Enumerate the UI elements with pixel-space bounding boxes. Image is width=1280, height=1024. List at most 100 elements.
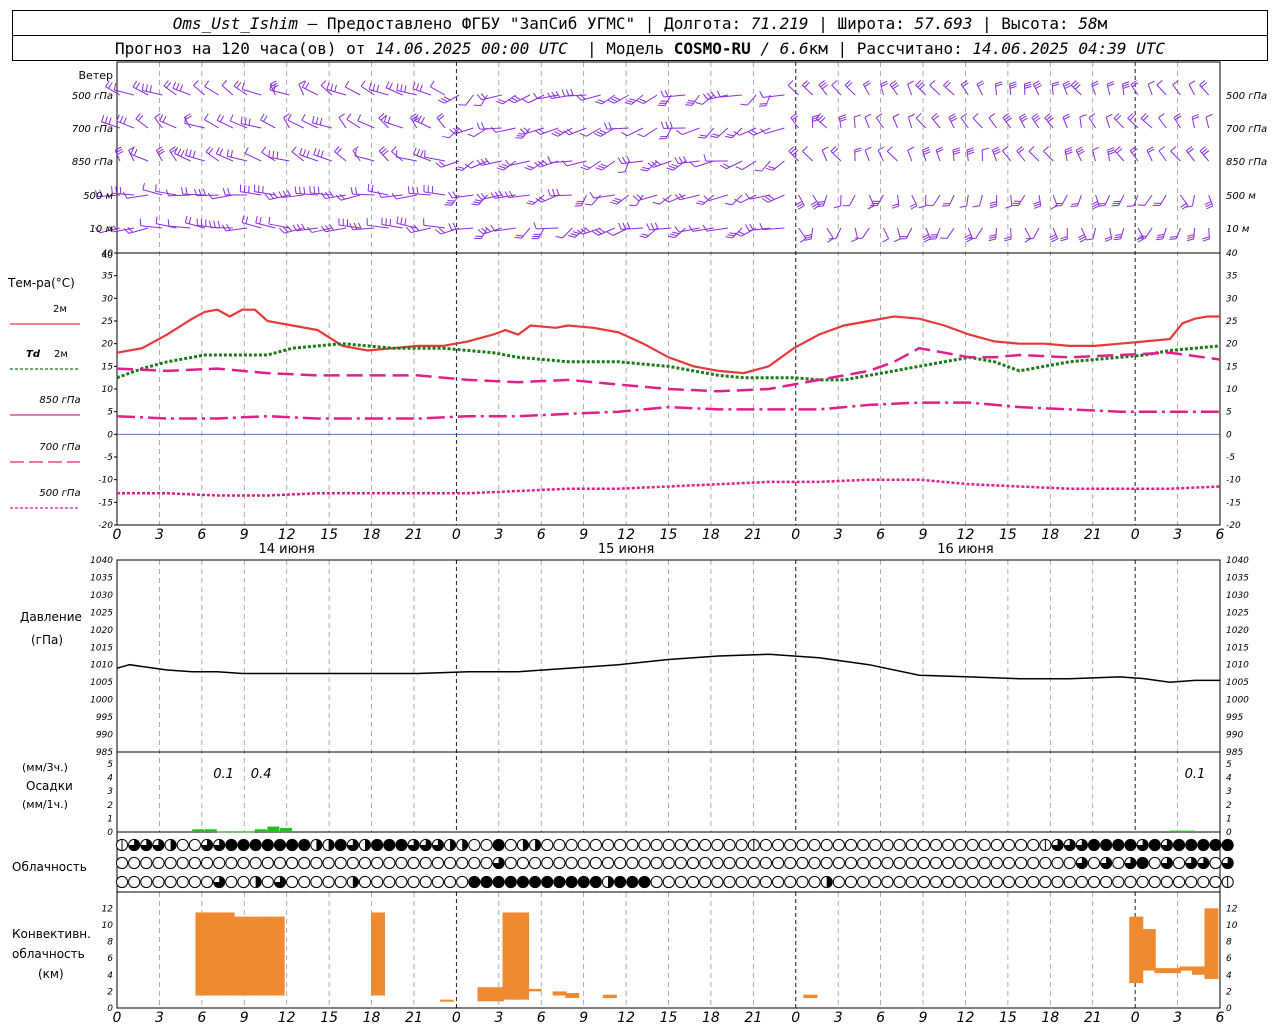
precip-bar	[1182, 830, 1195, 832]
wind-barb-feather	[555, 91, 561, 98]
cloud-cover-symbol	[516, 838, 530, 852]
cloud-cover-symbol	[711, 856, 724, 870]
temp-ytick-left: 20	[102, 340, 114, 350]
wind-barb-feather	[1024, 83, 1032, 87]
wind-barb-shaft	[440, 160, 460, 168]
wind-barb-feather	[387, 116, 391, 124]
wind-barb-shaft	[810, 227, 814, 240]
wind-barb-shaft	[1185, 150, 1195, 162]
cloud-symbol-ring	[723, 838, 736, 852]
cloud-symbol-ring	[1136, 875, 1149, 889]
wind-barb-shaft	[135, 118, 149, 129]
cloud-symbol-ring	[711, 856, 724, 870]
wind-barb-feather	[636, 100, 644, 105]
wind-barb-shaft	[409, 192, 431, 196]
cloud-symbol-half	[522, 839, 529, 851]
wind-barb-feather	[624, 102, 632, 105]
wind-barb-feather	[299, 186, 301, 194]
conv-ytick-right: 10	[1226, 921, 1238, 931]
wind-barb-feather	[1065, 151, 1073, 155]
wind-barb-feather	[336, 148, 342, 154]
wind-barb-feather	[1202, 238, 1210, 242]
wind-barb-shaft	[753, 127, 771, 136]
cloud-symbol-ring	[699, 875, 712, 889]
cloud-symbol-ring	[881, 875, 894, 889]
wind-barb-feather	[245, 216, 249, 224]
cloud-cover-symbol	[541, 838, 554, 852]
cloud-symbol-ring	[1063, 875, 1076, 889]
cloud-symbol-ring	[1063, 856, 1076, 870]
cloud-symbol-full	[505, 876, 517, 888]
hour-tick-label-bottom: 0	[113, 1010, 122, 1024]
cloud-symbol-ring	[662, 875, 675, 889]
wind-barb-feather	[353, 222, 358, 230]
cloud-symbol-ring	[176, 838, 189, 852]
cloud-symbol-ring	[1087, 875, 1101, 889]
wind-barb-feather	[1024, 85, 1032, 89]
cloud-cover-symbol	[614, 875, 627, 889]
conv-cloud-bar	[220, 912, 235, 996]
wind-barb-feather	[302, 149, 307, 157]
wind-barb-feather	[1169, 238, 1177, 240]
cloud-symbol-ring	[844, 838, 858, 852]
cloud-cover-symbol	[225, 875, 238, 889]
wind-barb-feather	[504, 159, 511, 166]
pres-ytick-left: 995	[96, 713, 113, 723]
wind-barb-shaft	[536, 227, 559, 230]
legend-label: 2м	[53, 304, 67, 315]
cloud-cover-symbol	[419, 838, 432, 852]
wind-barb-shaft	[1070, 84, 1082, 96]
wind-barb-feather	[915, 113, 922, 119]
wind-barb-feather	[268, 217, 271, 225]
cloud-symbol-ring	[334, 856, 347, 870]
wind-barb-shaft	[905, 227, 913, 239]
cloud-cover-symbol	[929, 856, 943, 870]
wind-barb-feather	[972, 205, 980, 208]
wind-barb-feather	[474, 199, 483, 202]
wind-barb-feather	[952, 147, 960, 151]
hour-tick-label-bottom: 6	[197, 1010, 206, 1024]
cloud-symbol-ring	[857, 838, 870, 852]
cloud-cover-symbol	[650, 875, 663, 889]
wind-barb-feather	[180, 187, 184, 195]
cloud-symbol-ring	[298, 875, 311, 889]
cloud-cover-symbol	[796, 856, 809, 870]
temp-ytick-left: 15	[102, 362, 114, 372]
wind-barbs-layer	[94, 80, 1214, 243]
wind-barb-shaft	[430, 86, 446, 96]
cloud-cover-symbol	[383, 838, 396, 852]
cloud-symbol-ring	[832, 838, 845, 852]
wind-barb-feather	[547, 156, 552, 163]
wind-barb-feather	[667, 235, 675, 239]
wind-barb-feather	[892, 205, 900, 209]
conv-cloud-bar	[565, 993, 580, 999]
cloud-cover-symbol	[395, 838, 408, 852]
cloud-cover-symbol	[1100, 875, 1113, 889]
cloud-symbol-ring	[1124, 875, 1137, 889]
cloud-symbol-ring	[711, 875, 724, 889]
wind-barb-feather	[740, 103, 748, 106]
wind-barb-feather	[867, 205, 875, 210]
wind-barb-feather	[787, 80, 794, 86]
cloud-symbol-ring	[541, 838, 554, 852]
wind-barb-shaft	[424, 156, 446, 162]
cloud-symbol-ring	[371, 856, 384, 870]
wind-barb-feather	[240, 116, 243, 124]
cloud-symbol-ring	[650, 838, 663, 852]
wind-barb-feather	[264, 193, 270, 200]
cloud-cover-symbol	[176, 875, 189, 889]
cloud-symbol-ring	[808, 856, 821, 870]
cloud-cover-symbol	[419, 875, 432, 889]
cloud-cover-symbol	[480, 838, 493, 852]
cloud-cover-symbol	[990, 856, 1003, 870]
cloud-symbol-full	[590, 876, 602, 888]
wind-barb-feather	[804, 236, 812, 239]
cloud-symbol-ring	[1209, 875, 1222, 889]
wind-barb-feather	[448, 223, 453, 230]
cloud-cover-symbol	[480, 856, 493, 870]
cloud-cover-symbol	[589, 856, 602, 870]
cloud-cover-symbol	[650, 838, 663, 852]
wind-barb-feather	[725, 202, 733, 206]
wind-barb-feather	[326, 82, 330, 90]
cloud-symbol-full	[395, 839, 408, 851]
